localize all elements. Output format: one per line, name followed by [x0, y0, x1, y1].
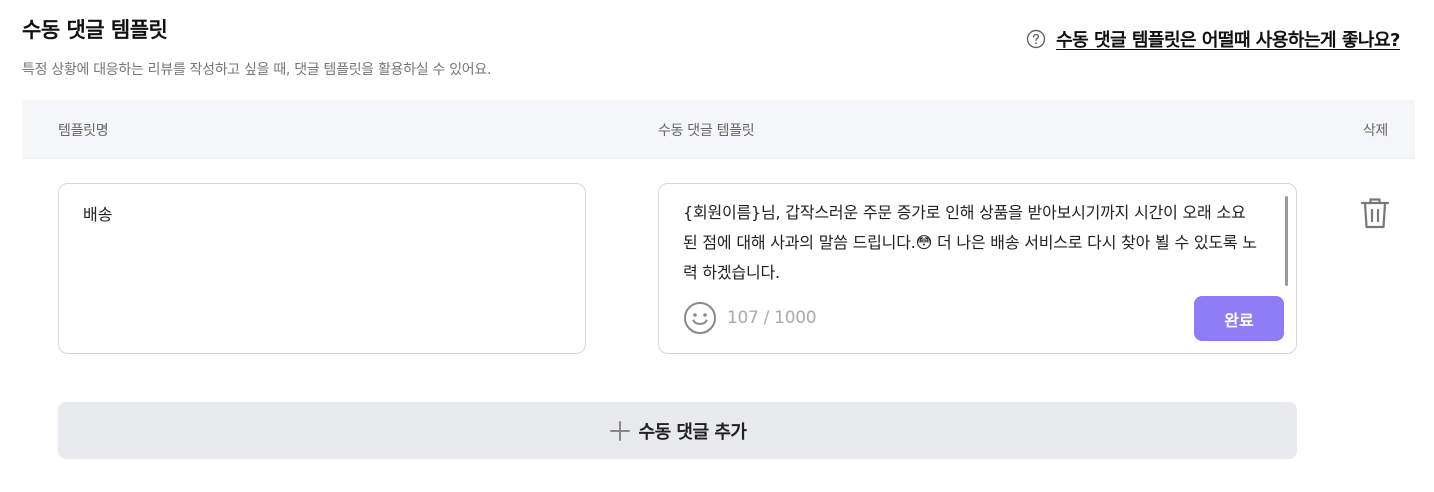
page-subtitle: 특정 상황에 대응하는 리뷰를 작성하고 싶을 때, 댓글 템플릿을 활용하실 … — [22, 62, 492, 78]
done-button[interactable]: 완료 — [1194, 296, 1284, 341]
template-textarea[interactable]: {회원이름}님, 갑작스러운 주문 증가로 인해 상품을 받아보시기까지 시간이… — [683, 198, 1263, 288]
add-button-label: 수동 댓글 추가 — [638, 421, 747, 443]
manual-comment-template-page: 수동 댓글 템플릿 특정 상황에 대응하는 리뷰를 작성하고 싶을 때, 댓글 … — [0, 0, 1434, 492]
character-counter: 107 / 1000 — [727, 308, 817, 328]
table-header: 템플릿명 수동 댓글 템플릿 삭제 — [22, 100, 1415, 159]
template-name-input[interactable]: 배송 — [58, 183, 586, 354]
scrollbar[interactable] — [1285, 196, 1288, 286]
page-title: 수동 댓글 템플릿 — [22, 18, 168, 42]
column-header-delete: 삭제 — [1362, 123, 1388, 139]
plus-icon — [609, 420, 631, 442]
smiley-icon[interactable] — [683, 301, 717, 335]
column-header-template: 수동 댓글 템플릿 — [658, 123, 755, 139]
question-circle-icon — [1026, 29, 1046, 49]
help-link[interactable]: 수동 댓글 템플릿은 어떨때 사용하는게 좋나요? — [1026, 26, 1400, 52]
add-manual-comment-button[interactable]: 수동 댓글 추가 — [58, 402, 1297, 459]
trash-icon[interactable] — [1358, 195, 1392, 231]
help-link-text: 수동 댓글 템플릿은 어떨때 사용하는게 좋나요? — [1056, 30, 1400, 51]
column-header-name: 템플릿명 — [58, 123, 109, 139]
template-text-editor[interactable]: {회원이름}님, 갑작스러운 주문 증가로 인해 상품을 받아보시기까지 시간이… — [658, 183, 1297, 354]
